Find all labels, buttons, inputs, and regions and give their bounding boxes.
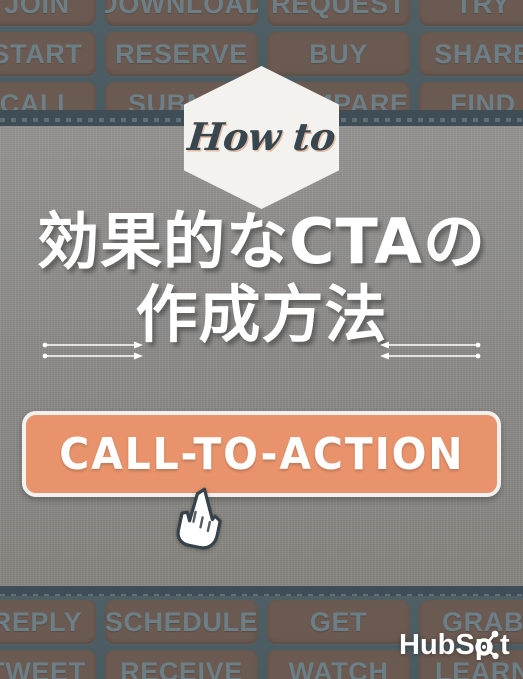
hexagon-badge-label: How to	[185, 114, 338, 159]
ghost-button: SHARE	[419, 32, 523, 76]
ghost-button: JOIN	[0, 0, 96, 26]
ghost-button: TWEET	[0, 650, 96, 679]
ghost-button: SCHEDULE	[105, 600, 258, 644]
call-to-action-button[interactable]: CALL-TO-ACTION	[22, 411, 501, 497]
infographic-poster: JOIN DOWNLOAD REQUEST TRY START RESERVE …	[0, 0, 523, 679]
pointing-hand-cursor-icon	[176, 487, 222, 550]
ghost-button: RECEIVE	[105, 650, 258, 679]
ghost-button: GET	[267, 600, 410, 644]
ghost-button: DOWNLOAD	[105, 0, 258, 26]
title-line-secondary: 作成方法	[135, 278, 388, 352]
hubspot-name-part-2: t	[500, 629, 510, 661]
double-arrow-left-icon	[380, 341, 481, 360]
title-line-primary: 効果的なCTAの	[37, 205, 486, 278]
title-block: 効果的なCTAの 作成方法	[0, 205, 523, 352]
ghost-button: RESERVE	[105, 32, 258, 76]
cta-button-label: CALL-TO-ACTION	[58, 428, 465, 480]
ghost-button: START	[0, 32, 96, 76]
ghost-button: REPLY	[0, 600, 96, 644]
double-arrow-right-icon	[42, 341, 143, 360]
hubspot-logo: HubSp t	[399, 628, 511, 662]
ghost-button: REQUEST	[267, 0, 410, 26]
ghost-button-row: JOIN DOWNLOAD REQUEST TRY	[0, 0, 523, 26]
cta-button-wrapper: CALL-TO-ACTION	[22, 411, 501, 497]
ghost-button: TRY	[419, 0, 523, 26]
ghost-button: WATCH	[267, 650, 410, 679]
hubspot-wordmark: HubSp t	[399, 629, 510, 661]
ghost-button: BUY	[267, 32, 410, 76]
